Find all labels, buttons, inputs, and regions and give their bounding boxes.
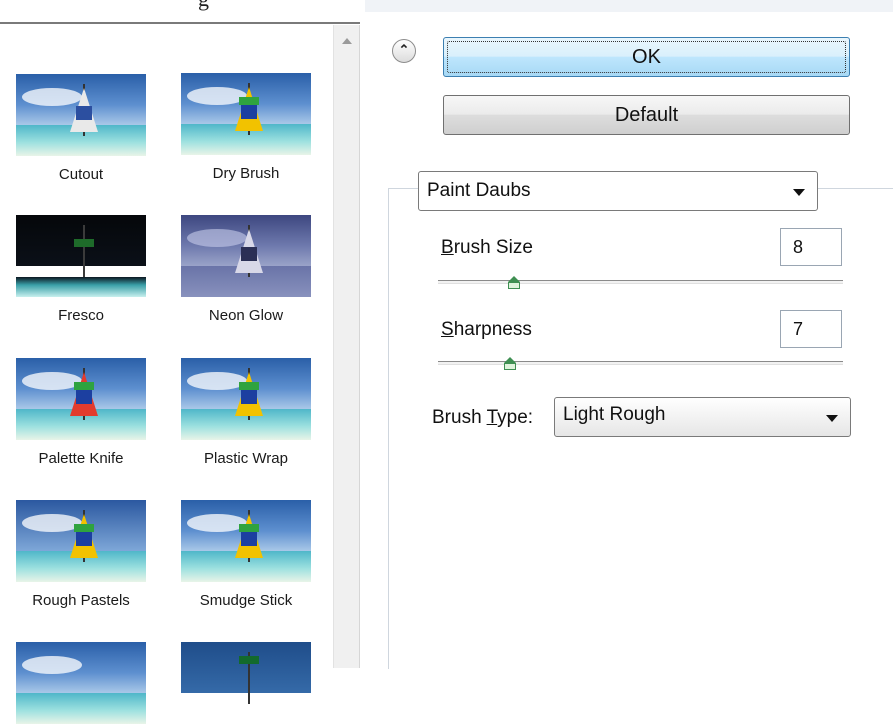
collapse-gallery-button[interactable]: ⌃ [392, 39, 416, 63]
thumb-image [181, 215, 311, 297]
sharpness-slider[interactable] [438, 361, 843, 365]
thumb-image [16, 215, 146, 297]
thumb-rough-pastels[interactable]: Rough Pastels [16, 500, 146, 609]
thumb-neon-glow[interactable]: Neon Glow [181, 215, 311, 324]
thumb-label: Smudge Stick [199, 592, 293, 609]
thumb-label: Fresco [58, 307, 104, 324]
sharpness-slider-thumb[interactable] [504, 357, 517, 371]
thumb-fresco[interactable]: Fresco [16, 215, 146, 324]
thumb-image [16, 74, 146, 156]
window-title-fragment: g [198, 0, 209, 12]
brush-size-slider-thumb[interactable] [508, 276, 521, 290]
default-button[interactable]: Default [443, 95, 850, 135]
thumb-partial[interactable] [181, 642, 311, 724]
thumb-label: Neon Glow [208, 307, 284, 324]
thumb-image [16, 642, 146, 724]
thumb-image [181, 642, 311, 724]
thumb-dry-brush[interactable]: Dry Brush [181, 73, 311, 182]
thumb-label: Plastic Wrap [204, 450, 288, 467]
filter-select[interactable]: Paint Daubs [418, 171, 818, 211]
brush-type-select[interactable]: Light Rough [554, 397, 851, 437]
thumb-image [16, 500, 146, 582]
thumb-label: Cutout [58, 166, 104, 183]
ok-button[interactable]: OK [443, 37, 850, 77]
thumb-cutout[interactable]: Cutout [16, 74, 146, 183]
scroll-up-arrow-icon[interactable] [342, 38, 352, 44]
thumb-label: Dry Brush [212, 165, 280, 182]
dropdown-arrow-icon [826, 415, 838, 422]
brush-type-label: Brush Type: [432, 407, 534, 428]
thumb-plastic-wrap[interactable]: Plastic Wrap [181, 358, 311, 467]
thumb-palette-knife[interactable]: Palette Knife [16, 358, 146, 467]
brush-size-slider[interactable] [438, 280, 843, 284]
brush-type-value: Light Rough [563, 404, 666, 425]
thumb-label: Rough Pastels [32, 592, 130, 609]
sharpness-input[interactable]: 7 [780, 310, 842, 348]
thumb-partial[interactable] [16, 642, 146, 724]
filter-select-value: Paint Daubs [427, 180, 531, 201]
brush-size-label: Brush Size [441, 237, 533, 258]
thumb-image [181, 358, 311, 440]
gallery-scrollbar[interactable] [333, 25, 360, 668]
thumb-image [181, 73, 311, 155]
thumb-image [16, 358, 146, 440]
dropdown-arrow-icon [793, 189, 805, 196]
filter-gallery: Cutout Dry Brush Fresco Neon Glow Palett… [0, 25, 333, 724]
sharpness-label: Sharpness [441, 319, 532, 340]
panel-top-border [0, 22, 360, 24]
thumb-smudge-stick[interactable]: Smudge Stick [181, 500, 311, 609]
thumb-label: Palette Knife [38, 450, 124, 467]
brush-size-input[interactable]: 8 [780, 228, 842, 266]
thumb-image [181, 500, 311, 582]
double-chevron-up-icon: ⌃ [398, 42, 410, 57]
